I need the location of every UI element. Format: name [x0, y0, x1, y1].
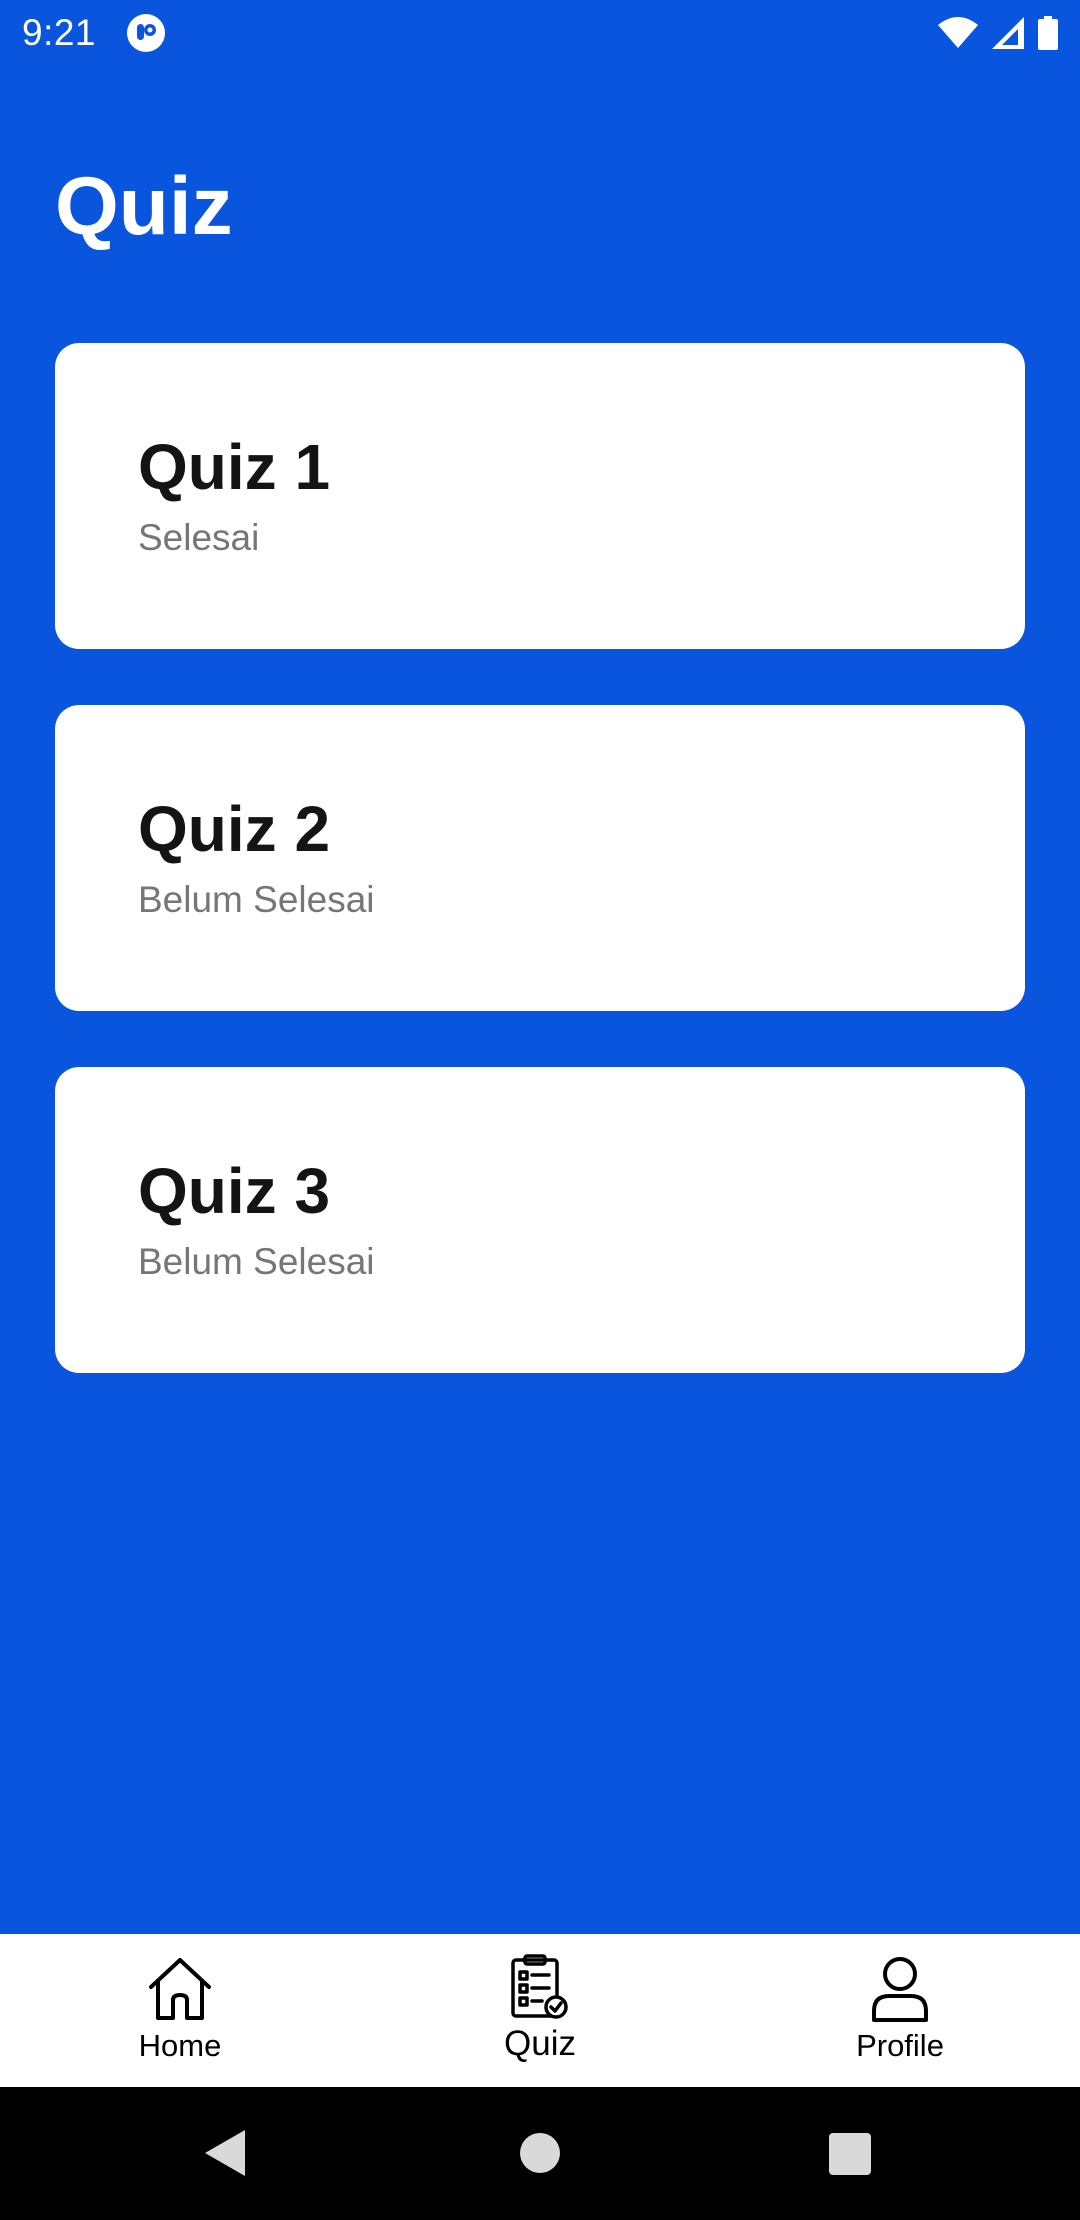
quiz-card-3[interactable]: Quiz 3 Belum Selesai	[55, 1067, 1025, 1373]
home-circle-icon[interactable]	[519, 2132, 561, 2179]
quiz-status: Belum Selesai	[138, 1241, 375, 1282]
status-bar: 9:21	[0, 0, 1080, 66]
quiz-list: Quiz 1 Selesai Quiz 2 Belum Selesai Quiz…	[55, 343, 1025, 1429]
quiz-title: Quiz 2	[138, 793, 331, 865]
signal-icon	[992, 17, 1024, 49]
clipboard-check-icon	[509, 1954, 571, 2020]
quiz-status: Belum Selesai	[138, 879, 375, 920]
quiz-title: Quiz 1	[138, 431, 331, 503]
battery-icon	[1038, 16, 1058, 50]
recents-icon[interactable]	[829, 2133, 871, 2180]
quiz-card-2[interactable]: Quiz 2 Belum Selesai	[55, 705, 1025, 1011]
bottom-nav: Home Quiz Profile	[0, 1934, 1080, 2087]
status-time: 9:21	[22, 12, 97, 53]
page-title: Quiz	[55, 161, 233, 252]
status-icons	[938, 16, 1058, 50]
system-nav-bar	[0, 2087, 1080, 2220]
wifi-icon	[938, 17, 978, 49]
nav-item-quiz[interactable]: Quiz	[360, 1934, 720, 2087]
quiz-card-1[interactable]: Quiz 1 Selesai	[55, 343, 1025, 649]
app-notification-icon	[126, 13, 166, 53]
quiz-status: Selesai	[138, 517, 260, 558]
nav-item-home[interactable]: Home	[0, 1934, 360, 2087]
nav-item-profile[interactable]: Profile	[720, 1934, 1080, 2087]
nav-label-quiz: Quiz	[504, 2024, 576, 2063]
home-icon	[145, 1954, 215, 2024]
quiz-title: Quiz 3	[138, 1155, 331, 1227]
person-icon	[869, 1954, 931, 2024]
nav-label-profile: Profile	[856, 2028, 944, 2063]
nav-label-home: Home	[138, 2028, 222, 2063]
back-icon[interactable]	[205, 2130, 245, 2181]
